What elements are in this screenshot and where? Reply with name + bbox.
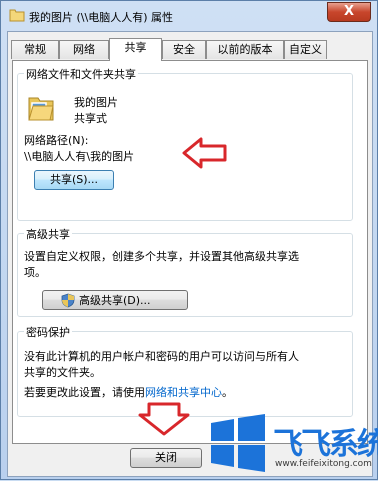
advanced-sharing-title: 高级共享 [24,226,72,242]
network-sharing-center-link[interactable]: 网络和共享中心 [145,386,222,399]
window-close-button[interactable]: X [327,2,371,22]
password-protection-title: 密码保护 [24,324,72,340]
advanced-sharing-button[interactable]: 高级共享(D)... [42,290,188,310]
folder-name: 我的图片 [74,96,118,109]
network-path-value: \\电脑人人有\我的图片 [24,150,135,163]
uac-shield-icon [61,293,75,308]
tab-customize[interactable]: 自定义 [284,40,327,59]
password-protection-suffix: 。 [222,386,233,399]
window-title: 我的图片 (\\电脑人人有) 属性 [29,11,173,24]
tab-network[interactable]: 网络 [59,40,109,59]
advanced-sharing-description-line1: 设置自定义权限，创建多个共享，并设置其他高级共享选 [24,250,299,263]
tab-strip: 常规 网络 共享 安全 以前的版本 自定义 [8,38,372,61]
tab-sharing[interactable]: 共享 [109,38,162,61]
properties-window: 我的图片 (\\电脑人人有) 属性 X 常规 网络 共享 安全 以前的版本 自定… [0,0,378,480]
network-path-label: 网络路径(N): [24,134,89,147]
watermark-url: www.feifeixitong.com [275,459,372,469]
red-arrow-left-icon [182,137,227,169]
sharing-panel: 网络文件和文件夹共享 我的图片 共享式 网络路径(N): \\电脑人人有\我的图… [12,60,368,444]
advanced-sharing-group: 高级共享 设置自定义权限，创建多个共享，并设置其他高级共享选 项。 高级共享(D… [17,226,353,317]
share-state: 共享式 [74,112,107,125]
watermark-brand: 飞飞系统 [273,427,378,462]
close-button[interactable]: 关闭 [130,448,202,468]
password-protection-line3: 若要更改此设置，请使用网络和共享中心。 [24,384,233,400]
advanced-sharing-button-label: 高级共享(D)... [79,294,151,307]
folder-icon [9,9,25,22]
tab-security[interactable]: 安全 [162,40,206,59]
red-arrow-down-icon [138,402,190,436]
tab-general[interactable]: 常规 [11,40,59,59]
advanced-sharing-description-line2: 项。 [24,266,46,279]
watermark-logo: 飞飞系统 www.feifeixitong.com [201,409,378,481]
password-protection-line2: 共享的文件夹。 [24,366,101,379]
windows-logo-icon [211,414,265,472]
share-button[interactable]: 共享(S)... [34,170,114,190]
shared-folder-icon [28,97,54,121]
title-bar[interactable]: 我的图片 (\\电脑人人有) 属性 X [1,1,377,31]
password-protection-prefix: 若要更改此设置，请使用 [24,386,145,399]
password-protection-line1: 没有此计算机的用户帐户和密码的用户可以访问与所有人 [24,350,299,363]
network-sharing-title: 网络文件和文件夹共享 [24,66,138,82]
tab-previous-versions[interactable]: 以前的版本 [206,40,284,59]
